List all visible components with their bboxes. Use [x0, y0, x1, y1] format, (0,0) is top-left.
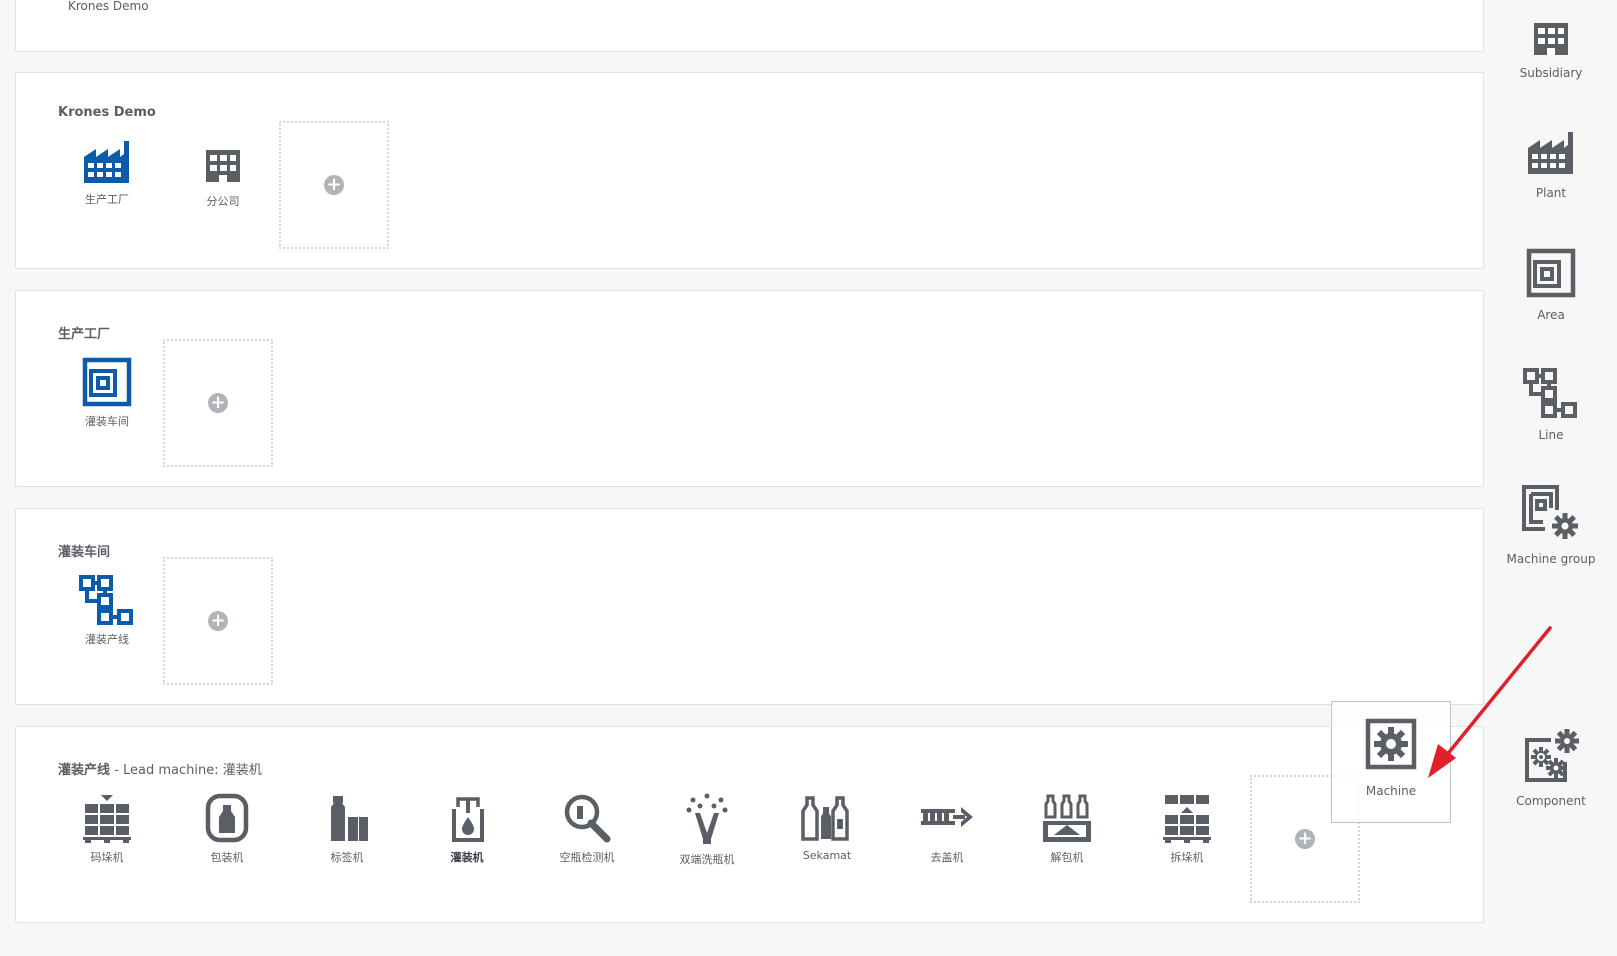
plus-icon: +	[208, 393, 228, 413]
panel-title: 生产工厂	[58, 327, 111, 342]
sekamat-icon	[801, 796, 849, 841]
palette-label: Line	[1538, 428, 1564, 442]
machine-labeller[interactable]: 标签机	[299, 793, 395, 865]
palette-subsidiary[interactable]: Subsidiary	[1495, 22, 1607, 80]
subsidiary-icon	[206, 150, 240, 182]
palette-label: Machine group	[1506, 552, 1596, 566]
palette-label: Plant	[1535, 186, 1567, 200]
machine-packer[interactable]: 包装机	[179, 793, 275, 865]
node-label: 灌装产线	[85, 633, 129, 646]
plus-icon: +	[1295, 829, 1315, 849]
area-icon	[82, 357, 132, 407]
annotation-arrow	[1428, 626, 1552, 778]
panel-title: Krones Demo	[58, 105, 156, 120]
node-plant[interactable]: 生产工厂	[59, 139, 155, 207]
plant-icon	[1528, 132, 1573, 174]
palette-label: Component	[1516, 794, 1586, 808]
machine-filler[interactable]: 灌装机	[419, 793, 515, 865]
hierarchy-panel-root: Krones Demo	[15, 0, 1484, 52]
line-icon	[1523, 368, 1577, 418]
lead-machine-label: - Lead machine: 灌装机	[110, 763, 262, 778]
unpacker-icon	[1043, 794, 1091, 842]
palette-label: Area	[1537, 308, 1565, 322]
node-area[interactable]: 灌装车间	[59, 357, 155, 429]
machine-label: 灌装机	[450, 851, 484, 864]
node-subsidiary[interactable]: 分公司	[175, 149, 271, 209]
palette-label: Subsidiary	[1519, 66, 1583, 80]
machine-group-icon	[1522, 485, 1578, 539]
filler-icon	[452, 797, 484, 842]
panel-title-text: 灌装产线	[58, 763, 111, 778]
palette-machine-group[interactable]: Machine group	[1495, 484, 1607, 566]
machine-label: 包装机	[210, 851, 244, 864]
node-label: 灌装车间	[85, 415, 129, 428]
plus-icon: +	[324, 175, 344, 195]
add-node-button[interactable]: +	[163, 339, 273, 467]
inspector-icon	[564, 794, 611, 843]
machine-label: 拆垛机	[1170, 851, 1204, 864]
depalletizer-icon	[1163, 795, 1211, 843]
decapper-icon	[921, 807, 973, 827]
palletizer-icon	[83, 795, 131, 843]
hierarchy-panel-line: 灌装产线 - Lead machine: 灌装机 码垛机 包装机 标签机 灌装机…	[15, 726, 1484, 923]
machine-unpacker[interactable]: 解包机	[1019, 793, 1115, 865]
machine-decapper[interactable]: 去盖机	[899, 793, 995, 865]
machine-label: 空瓶检测机	[559, 851, 615, 864]
machine-label: 标签机	[330, 851, 364, 864]
node-label: 生产工厂	[85, 193, 129, 206]
machine-label: 解包机	[1050, 851, 1084, 864]
packer-icon	[205, 793, 249, 843]
panel-title: 灌装产线 - Lead machine: 灌装机	[58, 759, 262, 778]
node-line[interactable]: 灌装产线	[59, 575, 155, 647]
machine-label: Machine	[1365, 784, 1417, 798]
machine-label: 码垛机	[90, 851, 124, 864]
palette-plant[interactable]: Plant	[1495, 130, 1607, 200]
machine-depalletizer[interactable]: 拆垛机	[1139, 793, 1235, 865]
machine-label: Sekamat	[802, 849, 852, 862]
machine-label: 双端洗瓶机	[679, 853, 735, 866]
add-node-button[interactable]: +	[279, 121, 389, 249]
panel-title: 灌装车间	[58, 545, 111, 560]
node-label: 分公司	[206, 195, 240, 208]
labeller-icon	[331, 796, 368, 841]
area-icon	[1526, 248, 1576, 298]
subsidiary-icon	[1534, 23, 1568, 55]
hierarchy-panel-area: 灌装车间 灌装产线 +	[15, 508, 1484, 705]
plant-icon	[84, 141, 129, 183]
palette-line[interactable]: Line	[1495, 368, 1607, 442]
plus-icon: +	[208, 611, 228, 631]
machine-inspector[interactable]: 空瓶检测机	[539, 793, 635, 865]
hierarchy-panel-company: Krones Demo 生产工厂 分公司 +	[15, 72, 1484, 269]
machine-bottle-washer[interactable]: 双端洗瓶机	[659, 793, 755, 867]
add-node-button[interactable]: +	[163, 557, 273, 685]
palette-area[interactable]: Area	[1495, 248, 1607, 322]
machine-palletizer[interactable]: 码垛机	[59, 793, 155, 865]
bottle-washer-icon	[686, 793, 728, 844]
machine-label: 去盖机	[930, 851, 964, 864]
line-icon	[79, 575, 133, 625]
hierarchy-panel-plant: 生产工厂 灌装车间 +	[15, 290, 1484, 487]
machine-sekamat[interactable]: Sekamat	[779, 793, 875, 862]
panel-title: Krones Demo	[68, 0, 149, 13]
